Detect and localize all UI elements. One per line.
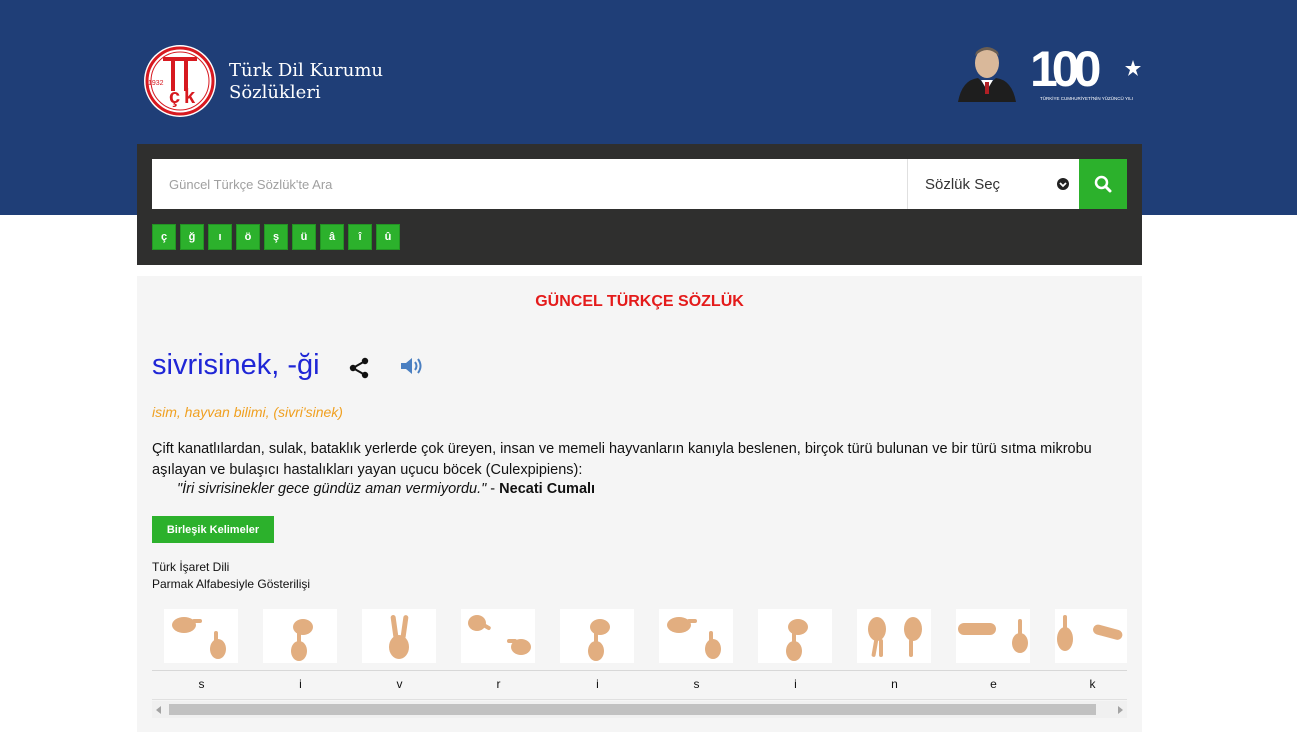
horizontal-scrollbar[interactable]	[152, 701, 1127, 718]
hand-sign-image	[956, 609, 1030, 663]
letter-button[interactable]: ş	[264, 224, 288, 250]
example-quote: "İri sivrisinekler gece gündüz aman verm…	[177, 481, 487, 497]
dictionary-select[interactable]: Sözlük Seç	[907, 159, 1079, 209]
finger-letter-cell: k	[1043, 609, 1127, 695]
finger-letter: r	[496, 677, 501, 691]
finger-letter: s	[693, 677, 700, 691]
logo-year: 1932	[148, 80, 164, 87]
scroll-right-arrow-icon[interactable]	[1118, 706, 1123, 714]
dictionary-select-label: Sözlük Seç	[925, 175, 1001, 193]
finger-letter: e	[990, 677, 997, 691]
hand-sign-image	[857, 609, 931, 663]
finger-letter-cell: s	[647, 609, 746, 695]
ataturk-portrait	[958, 47, 1016, 102]
finger-letter: s	[198, 677, 205, 691]
letter-button[interactable]: ç	[152, 224, 176, 250]
letter-button[interactable]: û	[376, 224, 400, 250]
search-button[interactable]	[1079, 159, 1127, 209]
finger-letter-cell: i	[746, 609, 845, 695]
hand-sign-image	[560, 609, 634, 663]
hand-sign-image	[263, 609, 337, 663]
finger-letter-cell: e	[944, 609, 1043, 695]
sign-language-line1: Türk İşaret Dili	[152, 560, 230, 574]
finger-letter: v	[396, 677, 403, 691]
finger-letter-cell: i	[548, 609, 647, 695]
dictionary-title: GÜNCEL TÜRKÇE SÖZLÜK	[535, 293, 744, 310]
letter-button[interactable]: ı	[208, 224, 232, 250]
letter-button[interactable]: ü	[292, 224, 316, 250]
finger-letter: i	[596, 677, 599, 691]
example-author: Necati Cumalı	[499, 481, 596, 497]
special-letters: ç ğ ı ö ş ü â î û	[152, 224, 400, 250]
speaker-icon[interactable]	[399, 355, 425, 377]
hand-sign-image	[758, 609, 832, 663]
finger-letter-cell: v	[350, 609, 449, 695]
centennial-logo: 100 TÜRKİYE CUMHURİYETİ'NİN YÜZÜNCÜ YILI	[1030, 42, 1141, 101]
divider	[152, 699, 1127, 700]
finger-letter-cell: n	[845, 609, 944, 695]
hand-sign-image	[362, 609, 436, 663]
letter-button[interactable]: î	[348, 224, 372, 250]
example-separator: -	[486, 481, 500, 497]
finger-letter-cell: s	[152, 609, 251, 695]
scrollbar-thumb[interactable]	[169, 704, 1096, 715]
scroll-left-arrow-icon[interactable]	[156, 706, 161, 714]
entry-definition: Çift kanatlılardan, sulak, bataklık yerl…	[152, 441, 1092, 478]
finger-letter: n	[891, 677, 898, 691]
search-icon	[1094, 175, 1112, 193]
chevron-down-icon	[1057, 178, 1069, 190]
divider	[152, 670, 1127, 671]
brand-title[interactable]: Türk Dil Kurumu Sözlükleri	[229, 60, 383, 104]
finger-letter: k	[1089, 677, 1096, 691]
search-panel: Sözlük Seç ç ğ ı ö ş ü â î û	[137, 144, 1142, 265]
compound-words-button[interactable]: Birleşik Kelimeler	[152, 516, 274, 543]
finger-letter: i	[299, 677, 302, 691]
sign-language-heading: Türk İşaret Dili Parmak Alfabesiyle Göst…	[152, 559, 310, 593]
hand-sign-image	[461, 609, 535, 663]
result-panel: GÜNCEL TÜRKÇE SÖZLÜK sivrisinek, -ği isi…	[137, 276, 1142, 732]
hand-sign-image	[659, 609, 733, 663]
share-icon[interactable]	[347, 356, 371, 380]
centennial-caption: TÜRKİYE CUMHURİYETİ'NİN YÜZÜNCÜ YILI	[1040, 95, 1133, 101]
brand-line1: Türk Dil Kurumu	[229, 60, 384, 81]
letter-button[interactable]: ğ	[180, 224, 204, 250]
search-input[interactable]	[152, 159, 907, 209]
finger-letter-cell: i	[251, 609, 350, 695]
hand-sign-image	[164, 609, 238, 663]
svg-text:ç: ç	[169, 86, 180, 108]
letter-button[interactable]: ö	[236, 224, 260, 250]
entry-word: sivrisinek, -ği	[152, 349, 320, 381]
hand-sign-image	[1055, 609, 1127, 663]
finger-letter-cell: r	[449, 609, 548, 695]
entry-example: "İri sivrisinekler gece gündüz aman verm…	[177, 481, 595, 497]
entry-meta: isim, hayvan bilimi, (sivri'sinek)	[152, 404, 343, 420]
letter-button[interactable]: â	[320, 224, 344, 250]
brand-line2: Sözlükleri	[229, 82, 321, 103]
tdk-logo[interactable]: 1932 ç k	[142, 43, 218, 119]
sign-language-line2: Parmak Alfabesiyle Gösterilişi	[152, 577, 311, 591]
finger-letter: i	[794, 677, 797, 691]
svg-text:k: k	[184, 86, 196, 108]
centennial-number: 100	[1030, 42, 1100, 97]
